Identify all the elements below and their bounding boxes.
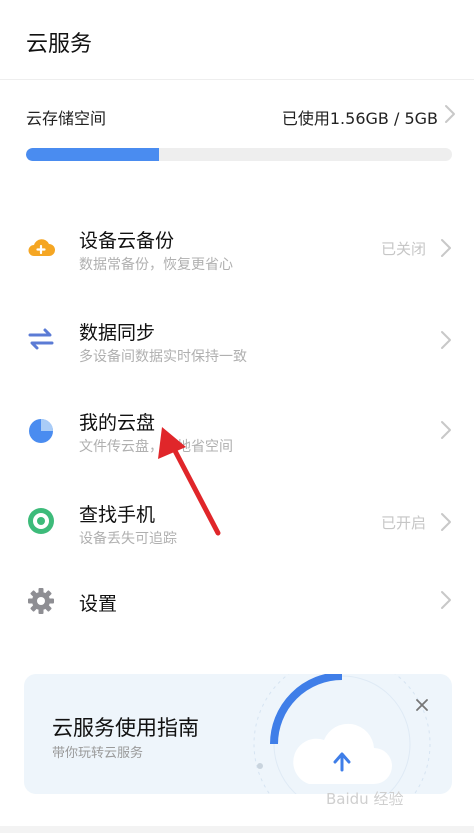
chevron-right-icon (440, 238, 452, 258)
cloud-upload-illustration (253, 674, 431, 794)
find-phone-icon (26, 506, 56, 536)
find-phone-item[interactable]: 查找手机 设备丢失可追踪 已开启 (0, 482, 474, 562)
item-title: 数据同步 (79, 322, 156, 344)
item-title: 查找手机 (79, 504, 156, 526)
storage-label: 云存储空间 (26, 109, 107, 128)
annotation-arrow (158, 427, 221, 536)
chevron-right-icon (440, 512, 452, 532)
close-icon[interactable] (416, 696, 428, 715)
data-sync-item[interactable]: 数据同步 多设备间数据实时保持一致 (0, 298, 474, 378)
my-cloud-drive-item[interactable]: 我的云盘 文件传云盘，本地省空间 (0, 390, 474, 470)
chevron-right-icon (440, 590, 452, 610)
item-description: 数据常备份，恢复更省心 (79, 257, 233, 273)
device-cloud-backup-item[interactable]: 设备云备份 数据常备份，恢复更省心 已关闭 (0, 206, 474, 286)
settings-item[interactable]: 设置 (0, 560, 474, 640)
item-status: 已开启 (380, 514, 426, 532)
storage-progress-fill (26, 148, 159, 161)
cloud-backup-icon (26, 232, 56, 262)
item-title: 我的云盘 (79, 412, 156, 434)
chevron-right-icon (440, 420, 452, 440)
banner-subtitle: 带你玩转云服务 (52, 746, 144, 761)
sync-arrows-icon (26, 324, 56, 354)
bottom-divider (0, 826, 474, 833)
cloud-storage-row[interactable]: 云存储空间 已使用1.56GB / 5GB (26, 100, 455, 170)
item-title: 设置 (79, 593, 118, 615)
app-header: 云服务 (0, 0, 474, 80)
item-status: 已关闭 (380, 240, 426, 258)
chevron-right-icon (444, 104, 456, 124)
guide-banner[interactable]: 云服务使用指南 带你玩转云服务 (24, 674, 452, 794)
page-title: 云服务 (26, 32, 93, 57)
storage-usage-text: 已使用1.56GB / 5GB (281, 109, 438, 128)
cloud-drive-icon (26, 416, 56, 446)
banner-title: 云服务使用指南 (52, 716, 199, 740)
item-title: 设备云备份 (79, 230, 175, 252)
storage-progress-bar (26, 148, 452, 161)
item-description: 多设备间数据实时保持一致 (79, 349, 247, 365)
watermark: Baidu 经验 (326, 790, 404, 808)
chevron-right-icon (440, 330, 452, 350)
gear-icon (26, 586, 56, 616)
